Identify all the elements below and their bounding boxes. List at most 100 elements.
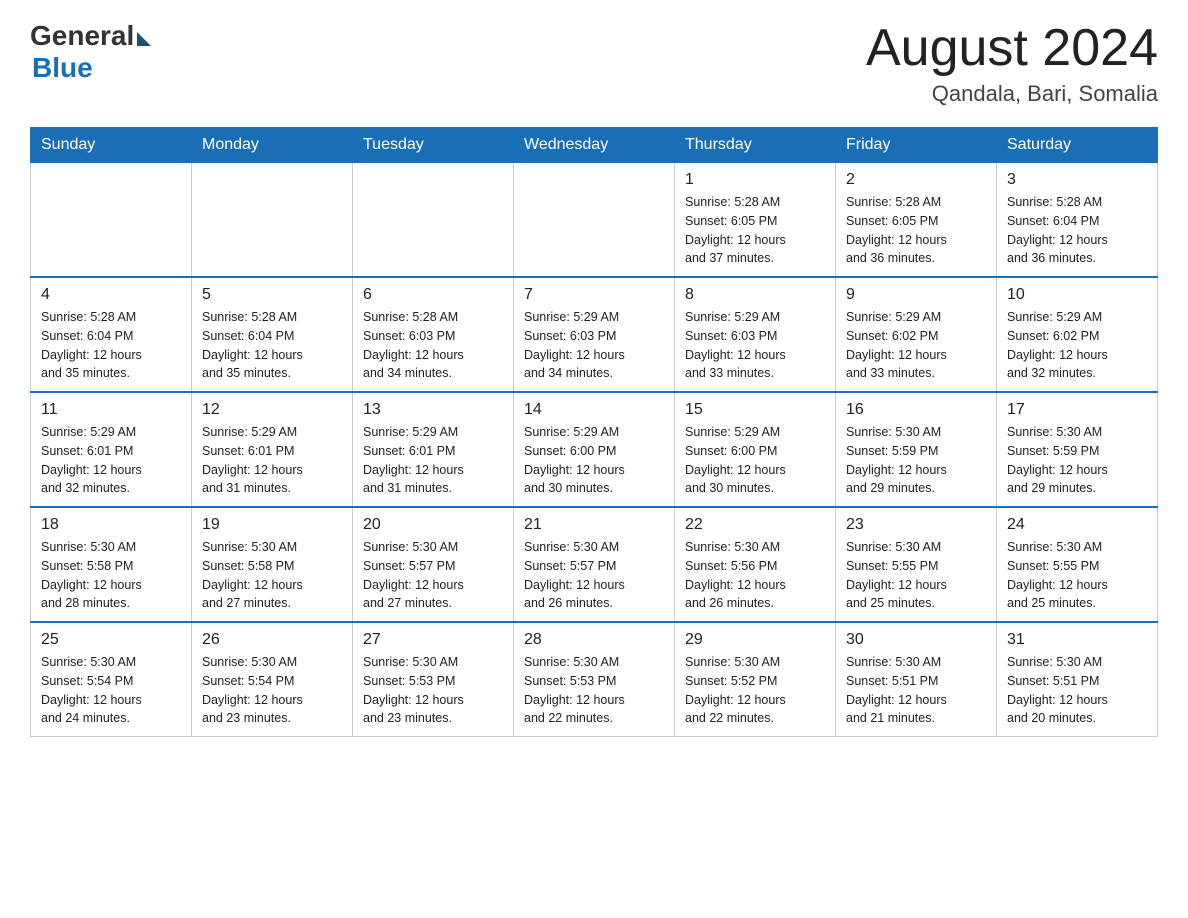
calendar-cell: 13 Sunrise: 5:29 AM Sunset: 6:01 PM Dayli… [353,392,514,507]
calendar-cell: 16 Sunrise: 5:30 AM Sunset: 5:59 PM Dayli… [836,392,997,507]
calendar-cell: 29 Sunrise: 5:30 AM Sunset: 5:52 PM Dayli… [675,622,836,737]
day-number: 29 [685,631,825,649]
day-info: Sunrise: 5:28 AM Sunset: 6:04 PM Dayligh… [202,308,342,383]
calendar-cell: 25Sunrise: 5:30 AM Sunset: 5:54 PM Dayli… [31,622,192,737]
header-thursday: Thursday [675,128,836,163]
day-info: Sunrise: 5:30 AM Sunset: 5:51 PM Dayligh… [1007,653,1147,728]
calendar-cell: 31 Sunrise: 5:30 AM Sunset: 5:51 PM Dayli… [997,622,1158,737]
day-info: Sunrise: 5:29 AM Sunset: 6:01 PM Dayligh… [363,423,503,498]
title-block: August 2024 Qandala, Bari, Somalia [866,20,1158,107]
day-number: 14 [524,401,664,419]
day-number: 30 [846,631,986,649]
day-number: 20 [363,516,503,534]
calendar-cell: 5 Sunrise: 5:28 AM Sunset: 6:04 PM Daylig… [192,277,353,392]
day-number: 11 [41,401,181,419]
logo-arrow-icon [137,32,151,46]
header-monday: Monday [192,128,353,163]
day-info: Sunrise: 5:30 AM Sunset: 5:54 PM Dayligh… [202,653,342,728]
calendar-cell: 27 Sunrise: 5:30 AM Sunset: 5:53 PM Dayli… [353,622,514,737]
header-friday: Friday [836,128,997,163]
day-info: Sunrise: 5:29 AM Sunset: 6:03 PM Dayligh… [524,308,664,383]
calendar-cell: 4 Sunrise: 5:28 AM Sunset: 6:04 PM Daylig… [31,277,192,392]
calendar-cell: 24Sunrise: 5:30 AM Sunset: 5:55 PM Dayli… [997,507,1158,622]
day-info: Sunrise: 5:30 AM Sunset: 5:57 PM Dayligh… [363,538,503,613]
calendar-cell: 21 Sunrise: 5:30 AM Sunset: 5:57 PM Dayli… [514,507,675,622]
logo-general-text: General [30,20,134,52]
day-number: 27 [363,631,503,649]
day-number: 1 [685,171,825,189]
day-number: 4 [41,286,181,304]
day-number: 9 [846,286,986,304]
calendar-header-row: SundayMondayTuesdayWednesdayThursdayFrid… [31,128,1158,163]
day-info: Sunrise: 5:29 AM Sunset: 6:02 PM Dayligh… [1007,308,1147,383]
day-info: Sunrise: 5:28 AM Sunset: 6:04 PM Dayligh… [41,308,181,383]
day-info: Sunrise: 5:30 AM Sunset: 5:52 PM Dayligh… [685,653,825,728]
calendar-week-1: 1 Sunrise: 5:28 AM Sunset: 6:05 PM Daylig… [31,163,1158,278]
calendar-cell: 1 Sunrise: 5:28 AM Sunset: 6:05 PM Daylig… [675,163,836,278]
calendar-cell: 19 Sunrise: 5:30 AM Sunset: 5:58 PM Dayli… [192,507,353,622]
calendar-cell: 7Sunrise: 5:29 AM Sunset: 6:03 PM Daylig… [514,277,675,392]
calendar-week-4: 18Sunrise: 5:30 AM Sunset: 5:58 PM Dayli… [31,507,1158,622]
day-number: 23 [846,516,986,534]
day-info: Sunrise: 5:30 AM Sunset: 5:59 PM Dayligh… [1007,423,1147,498]
day-info: Sunrise: 5:28 AM Sunset: 6:03 PM Dayligh… [363,308,503,383]
day-number: 21 [524,516,664,534]
day-number: 19 [202,516,342,534]
logo: General Blue [30,20,151,84]
day-number: 5 [202,286,342,304]
month-title: August 2024 [866,20,1158,77]
day-number: 16 [846,401,986,419]
logo-blue-text: Blue [32,52,93,84]
day-info: Sunrise: 5:29 AM Sunset: 6:00 PM Dayligh… [524,423,664,498]
day-info: Sunrise: 5:30 AM Sunset: 5:53 PM Dayligh… [363,653,503,728]
day-info: Sunrise: 5:30 AM Sunset: 5:57 PM Dayligh… [524,538,664,613]
day-info: Sunrise: 5:30 AM Sunset: 5:55 PM Dayligh… [846,538,986,613]
page-header: General Blue August 2024 Qandala, Bari, … [30,20,1158,107]
calendar-cell: 11 Sunrise: 5:29 AM Sunset: 6:01 PM Dayli… [31,392,192,507]
calendar-cell: 22Sunrise: 5:30 AM Sunset: 5:56 PM Dayli… [675,507,836,622]
calendar-cell: 12 Sunrise: 5:29 AM Sunset: 6:01 PM Dayli… [192,392,353,507]
day-number: 2 [846,171,986,189]
day-number: 28 [524,631,664,649]
day-info: Sunrise: 5:30 AM Sunset: 5:54 PM Dayligh… [41,653,181,728]
day-number: 26 [202,631,342,649]
header-wednesday: Wednesday [514,128,675,163]
calendar-cell: 30 Sunrise: 5:30 AM Sunset: 5:51 PM Dayli… [836,622,997,737]
calendar-cell: 8 Sunrise: 5:29 AM Sunset: 6:03 PM Daylig… [675,277,836,392]
day-number: 3 [1007,171,1147,189]
calendar-cell: 17 Sunrise: 5:30 AM Sunset: 5:59 PM Dayli… [997,392,1158,507]
day-info: Sunrise: 5:29 AM Sunset: 6:01 PM Dayligh… [202,423,342,498]
day-number: 13 [363,401,503,419]
day-number: 8 [685,286,825,304]
day-number: 15 [685,401,825,419]
header-saturday: Saturday [997,128,1158,163]
calendar-cell [353,163,514,278]
day-info: Sunrise: 5:30 AM Sunset: 5:51 PM Dayligh… [846,653,986,728]
calendar-cell: 28 Sunrise: 5:30 AM Sunset: 5:53 PM Dayli… [514,622,675,737]
day-number: 31 [1007,631,1147,649]
calendar-week-2: 4 Sunrise: 5:28 AM Sunset: 6:04 PM Daylig… [31,277,1158,392]
day-info: Sunrise: 5:29 AM Sunset: 6:00 PM Dayligh… [685,423,825,498]
day-info: Sunrise: 5:29 AM Sunset: 6:03 PM Dayligh… [685,308,825,383]
calendar-cell [31,163,192,278]
calendar-cell: 15 Sunrise: 5:29 AM Sunset: 6:00 PM Dayli… [675,392,836,507]
calendar-cell: 18Sunrise: 5:30 AM Sunset: 5:58 PM Dayli… [31,507,192,622]
calendar-cell: 20 Sunrise: 5:30 AM Sunset: 5:57 PM Dayli… [353,507,514,622]
calendar-cell: 2Sunrise: 5:28 AM Sunset: 6:05 PM Daylig… [836,163,997,278]
day-info: Sunrise: 5:30 AM Sunset: 5:53 PM Dayligh… [524,653,664,728]
day-number: 12 [202,401,342,419]
day-info: Sunrise: 5:29 AM Sunset: 6:01 PM Dayligh… [41,423,181,498]
calendar-table: SundayMondayTuesdayWednesdayThursdayFrid… [30,127,1158,737]
day-info: Sunrise: 5:30 AM Sunset: 5:58 PM Dayligh… [202,538,342,613]
day-info: Sunrise: 5:30 AM Sunset: 5:59 PM Dayligh… [846,423,986,498]
day-number: 17 [1007,401,1147,419]
calendar-cell: 3Sunrise: 5:28 AM Sunset: 6:04 PM Daylig… [997,163,1158,278]
calendar-week-5: 25Sunrise: 5:30 AM Sunset: 5:54 PM Dayli… [31,622,1158,737]
day-info: Sunrise: 5:28 AM Sunset: 6:05 PM Dayligh… [685,193,825,268]
calendar-cell [192,163,353,278]
calendar-cell: 9Sunrise: 5:29 AM Sunset: 6:02 PM Daylig… [836,277,997,392]
calendar-cell: 14 Sunrise: 5:29 AM Sunset: 6:00 PM Dayli… [514,392,675,507]
day-number: 22 [685,516,825,534]
calendar-cell: 6Sunrise: 5:28 AM Sunset: 6:03 PM Daylig… [353,277,514,392]
day-info: Sunrise: 5:30 AM Sunset: 5:58 PM Dayligh… [41,538,181,613]
